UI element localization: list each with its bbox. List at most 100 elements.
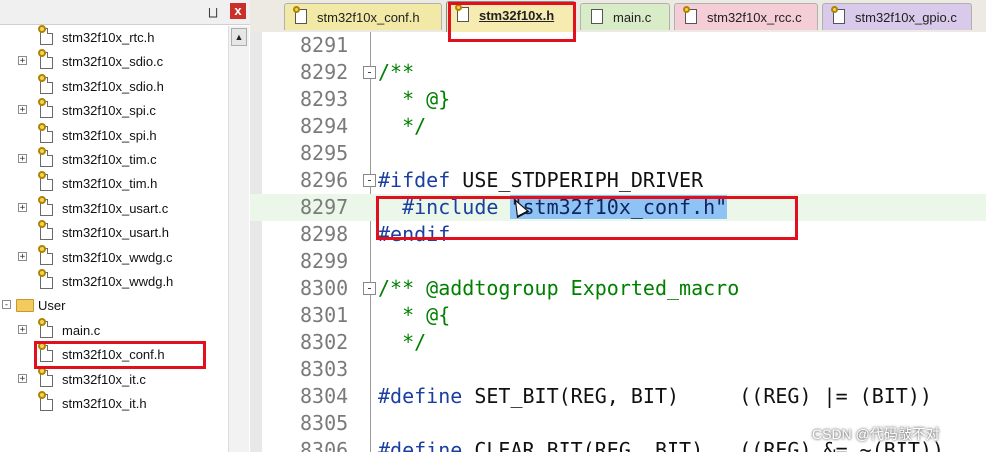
expand-icon[interactable]: + [18,373,27,383]
code-token: #define [378,384,463,408]
code-line: 8291 [250,32,986,59]
tree-item-label: stm32f10x_wwdg.c [62,249,173,265]
tree-item-label: stm32f10x_it.c [62,371,146,387]
tab-label: main.c [613,10,652,25]
file-icon [38,73,53,94]
code-line: 8296 - #ifdef USE_STDPERIPH_DRIVER [250,167,986,194]
tree-file-item[interactable]: stm32f10x_usart.h [0,220,226,245]
expand-icon[interactable]: + [18,56,27,66]
code-token: #ifdef [378,168,451,192]
editor-tab[interactable]: main.c [580,3,670,30]
file-icon [38,269,53,289]
tree-file-item[interactable]: stm32f10x_wwdg.h [0,269,226,294]
tree-item-label: main.c [62,322,101,338]
tree-folder-user[interactable]: - User [0,294,226,318]
editor-tab[interactable]: stm32f10x_conf.h [284,3,442,30]
file-icon [38,122,53,143]
code-token: * @} [378,87,451,111]
line-number: 8298 [300,222,349,246]
code-line: 8294 */ [250,113,986,140]
tree-item-label: stm32f10x_spi.c [62,103,156,119]
line-number: 8304 [300,384,349,408]
tree-file-item[interactable]: + main.c [0,317,226,343]
tree-item-label: User [38,298,66,314]
line-number: 8296 [300,168,349,192]
annotation-box-conf-file [34,341,206,369]
code-line: 8293 * @} [250,86,986,113]
file-icon [38,147,53,167]
code-line: 8303 [250,356,986,383]
tree-file-item[interactable]: stm32f10x_spi.h [0,122,226,148]
file-icon [38,220,53,241]
code-line: 8304 #define SET_BIT(REG, BIT) ((REG) |= … [250,383,986,410]
folder-icon [16,299,34,313]
line-number: 8291 [300,33,349,57]
line-number: 8305 [300,411,349,435]
line-number: 8293 [300,87,349,111]
editor-tab[interactable]: stm32f10x_rcc.c [674,3,818,30]
file-icon [38,391,53,411]
tree-file-item[interactable]: + stm32f10x_tim.c [0,147,226,172]
code-text: * @} [378,87,450,111]
tree-item-label: stm32f10x_it.h [62,396,147,411]
file-icon [591,9,603,24]
scroll-up-icon[interactable]: ▲ [231,28,247,46]
tab-label: stm32f10x_gpio.c [855,10,957,25]
expand-icon[interactable]: + [18,154,27,164]
expand-icon[interactable]: + [18,251,27,261]
tree-item-label: stm32f10x_spi.h [62,127,157,143]
file-icon [293,6,307,24]
code-token: /** [378,60,415,84]
tree-file-item[interactable]: + stm32f10x_it.c [0,366,226,392]
tree-file-item[interactable]: stm32f10x_rtc.h [0,25,226,50]
annotation-box-include-line [376,196,798,240]
tab-label: stm32f10x_conf.h [317,10,420,25]
tree-item-label: stm32f10x_tim.h [62,176,158,192]
file-icon [38,195,53,216]
code-line: 8301 * @{ [250,302,986,329]
expand-icon[interactable]: + [18,105,27,115]
tree-file-item[interactable]: + stm32f10x_wwdg.c [0,244,226,270]
file-icon [38,171,53,192]
file-icon [38,49,53,70]
line-number: 8300 [300,276,349,300]
tree-file-item[interactable]: + stm32f10x_usart.c [0,195,226,221]
close-panel-button[interactable]: x [230,3,246,19]
code-line: 8300 -/** @addtogroup Exported_macro [250,275,986,302]
expand-icon[interactable]: + [18,202,27,212]
file-icon [38,25,53,45]
watermark: CSDN @代码敲不对 [812,426,940,442]
pin-icon[interactable]: ⨆ [205,4,221,20]
file-icon [831,6,845,24]
tree-file-item[interactable]: + stm32f10x_spi.c [0,98,226,123]
code-text: #define SET_BIT(REG, BIT) ((REG) |= (BIT… [378,384,932,408]
code-text: /** [378,60,414,84]
tree-panel-header: ⨆ x [0,0,250,25]
tree-file-item[interactable]: stm32f10x_tim.h [0,171,226,196]
tree-scrollbar[interactable]: ▲ [228,26,249,452]
tree-file-item[interactable]: + stm32f10x_sdio.c [0,49,226,74]
file-icon [683,6,697,24]
line-number: 8292 [300,60,349,84]
collapse-icon[interactable]: - [2,300,11,310]
code-editor[interactable]: 8291 8292-/** 8293 * @} 8294 */8295 8296- #if… [250,32,986,452]
line-number: 8294 [300,114,349,138]
code-token: */ [378,114,427,138]
tree-file-item[interactable]: stm32f10x_sdio.h [0,73,226,99]
tab-label: stm32f10x_rcc.c [707,10,802,25]
code-line: 8292 -/** [250,59,986,86]
fold-toggle-icon[interactable]: - [363,174,376,187]
code-token: #define [378,438,463,452]
expand-icon[interactable]: + [18,324,27,334]
tree-item-label: stm32f10x_sdio.h [62,78,164,94]
tree-file-item[interactable]: stm32f10x_it.h [0,391,226,416]
code-line: 8302 */ [250,329,986,356]
editor-tab[interactable]: stm32f10x_gpio.c [822,3,972,30]
fold-toggle-icon[interactable]: - [363,282,376,295]
line-number: 8297 [300,195,349,219]
tree-item-label: stm32f10x_sdio.c [62,54,164,70]
code-token: * @{ [378,303,451,327]
project-tree-panel: ⨆ x stm32f10x_rtc.h + stm32f10x_sdio.c stm3… [0,0,251,452]
code-line: 8295 [250,140,986,167]
fold-toggle-icon[interactable]: - [363,66,376,79]
